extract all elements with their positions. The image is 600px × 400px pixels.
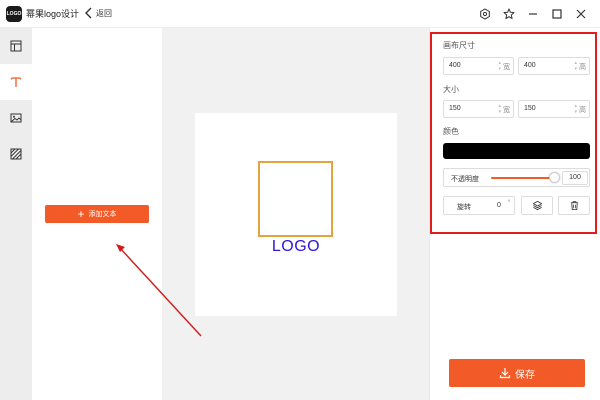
size-height-value: 150 (524, 105, 536, 112)
properties-panel: 画布尺寸 400 ▴ ▾ 宽 400 ▴ ▾ 高 大小 150 ▴ ▾ 宽 150 ▴… (429, 28, 600, 400)
design-canvas[interactable]: LOGO (195, 113, 397, 316)
save-label: 保存 (515, 369, 535, 381)
opacity-slider-thumb[interactable] (549, 172, 560, 183)
workspace: LOGO (162, 28, 429, 400)
layers-button[interactable] (521, 196, 553, 215)
title-bar: LOGO 幂果logo设计 返回 (0, 0, 600, 28)
opacity-value-input[interactable]: 100 (562, 171, 588, 185)
image-tool[interactable] (0, 100, 32, 136)
settings-icon[interactable] (474, 5, 496, 23)
left-toolbar (0, 28, 32, 400)
size-width-field[interactable]: 150 ▴ ▾ 宽 (443, 100, 514, 118)
canvas-width-field[interactable]: 400 ▴ ▾ 宽 (443, 57, 514, 75)
maximize-icon[interactable] (546, 5, 568, 23)
logo-shape-box[interactable] (258, 161, 333, 237)
pattern-icon (10, 148, 22, 160)
rotate-label: 旋转 (457, 204, 471, 211)
text-icon (10, 77, 22, 87)
plus-icon: + (77, 207, 85, 221)
chevron-left-icon (85, 7, 92, 19)
opacity-label: 不透明度 (451, 176, 479, 183)
size-height-field[interactable]: 150 ▴ ▾ 高 (518, 100, 590, 118)
close-icon[interactable] (570, 5, 592, 23)
rotate-unit: ° (508, 200, 511, 206)
trash-icon (570, 201, 578, 211)
delete-button[interactable] (558, 196, 590, 215)
back-label: 返回 (96, 8, 112, 18)
size-height-unit: 高 (579, 107, 586, 114)
canvas-height-value: 400 (524, 62, 536, 69)
size-label: 大小 (443, 85, 459, 94)
back-button[interactable]: 返回 (84, 5, 112, 21)
spinner-icon[interactable]: ▴ ▾ (574, 60, 577, 72)
canvas-width-unit: 宽 (503, 64, 510, 71)
pattern-tool[interactable] (0, 136, 32, 172)
save-button[interactable]: 保存 (449, 359, 585, 387)
logo-text[interactable]: LOGO (195, 238, 397, 256)
size-width-unit: 宽 (503, 107, 510, 114)
layout-tool[interactable] (0, 28, 32, 64)
rotate-value[interactable]: 0 (497, 202, 501, 209)
canvas-width-value: 400 (449, 62, 461, 69)
add-text-label: 添加文本 (88, 211, 117, 218)
opacity-slider-track[interactable] (491, 177, 553, 179)
layout-icon (10, 40, 22, 52)
layers-icon (532, 200, 542, 211)
canvas-height-unit: 高 (579, 64, 586, 71)
app-title: 幂果logo设计 (26, 9, 80, 19)
rotate-control[interactable]: 旋转 0 ° (443, 196, 515, 215)
spinner-icon[interactable]: ▴ ▾ (498, 60, 501, 72)
image-icon (10, 113, 22, 123)
add-text-button[interactable]: + 添加文本 (45, 205, 149, 223)
canvas-size-label: 画布尺寸 (443, 41, 475, 50)
color-label: 颜色 (443, 127, 459, 136)
size-width-value: 150 (449, 105, 461, 112)
color-picker[interactable] (443, 143, 590, 159)
text-panel: + 添加文本 (32, 28, 162, 400)
app-logo: LOGO (6, 6, 22, 22)
minimize-icon[interactable] (522, 5, 544, 23)
spinner-icon[interactable]: ▴ ▾ (498, 103, 501, 115)
spinner-icon[interactable]: ▴ ▾ (574, 103, 577, 115)
text-tool[interactable] (0, 64, 32, 100)
opacity-control: 不透明度 100 (443, 168, 590, 187)
canvas-height-field[interactable]: 400 ▴ ▾ 高 (518, 57, 590, 75)
download-icon (499, 368, 511, 379)
star-icon[interactable] (498, 5, 520, 23)
